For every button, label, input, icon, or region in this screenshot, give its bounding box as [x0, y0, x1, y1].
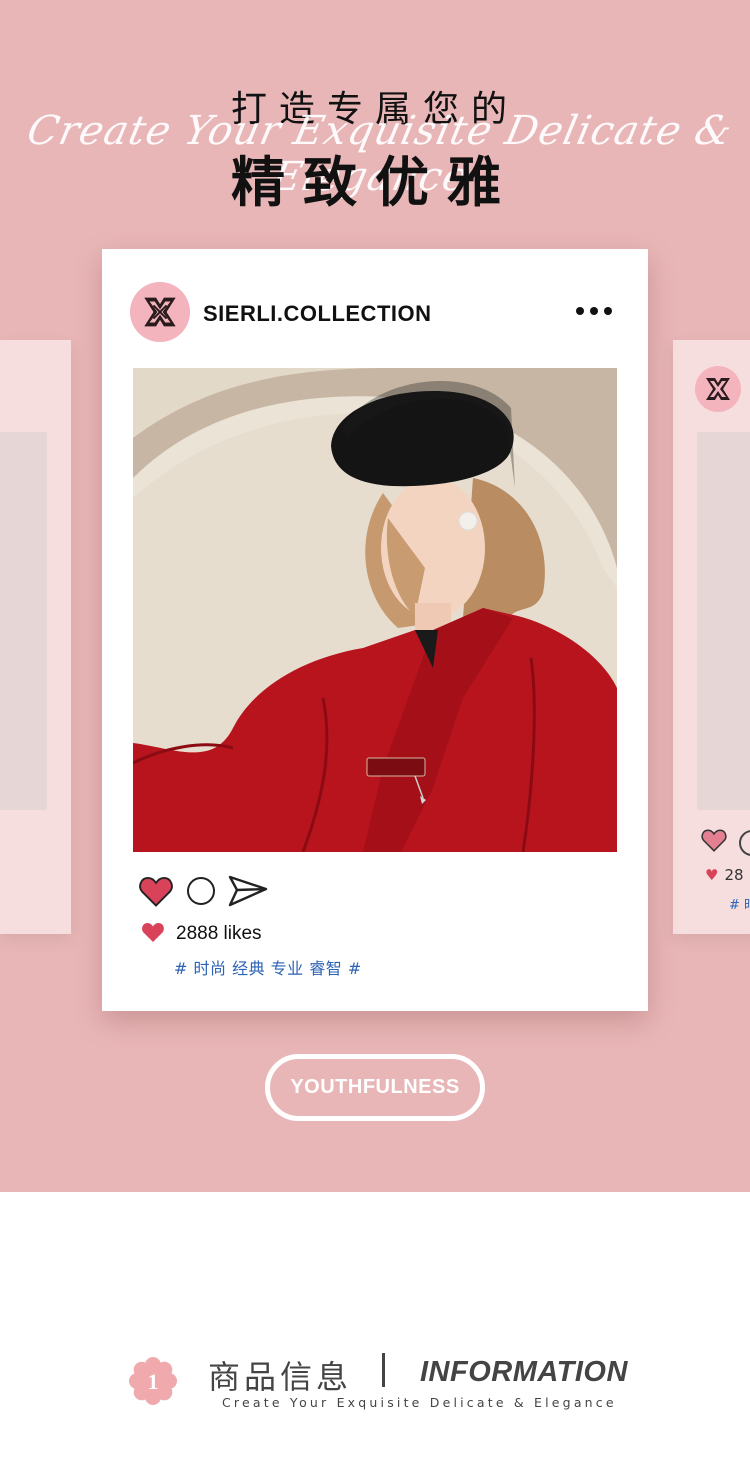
comment-circle-icon[interactable]: [187, 877, 215, 905]
heart-icon: [140, 921, 166, 947]
side-card-left: [0, 340, 71, 934]
heart-icon: ♥: [705, 866, 719, 884]
heart-icon: [701, 828, 727, 856]
comment-circle-icon: [739, 830, 750, 856]
side-tags: # 时: [729, 898, 750, 913]
flower-number-icon: 1: [128, 1356, 178, 1406]
post-tags[interactable]: # 时尚 经典 专业 睿智 #: [174, 955, 362, 979]
sierli-logo-icon: [695, 366, 741, 412]
info-number: 1: [148, 1369, 159, 1394]
info-subtitle: Create Your Exquisite Delicate & Eleganc…: [222, 1395, 617, 1410]
info-title-cn: 商品信息: [208, 1358, 353, 1396]
heart-icon[interactable]: [138, 875, 174, 911]
post-card: SIERLI.COLLECTION 2888 likes # 时尚 经典 专业 …: [102, 249, 648, 1011]
hero-title-big: 精致优雅: [231, 151, 519, 214]
send-icon[interactable]: [228, 875, 268, 911]
more-dots-icon[interactable]: [576, 301, 616, 321]
side-card-right: ♥ 28 # 时: [673, 340, 750, 934]
likes-count[interactable]: 2888 likes: [176, 923, 262, 945]
youthfulness-badge[interactable]: YOUTHFULNESS: [265, 1054, 485, 1121]
likes-row: 2888 likes: [140, 921, 262, 947]
side-card-left-photo: [0, 432, 47, 810]
badge-label: YOUTHFULNESS: [290, 1076, 460, 1098]
hero-section: 打造专属您的 Create Your Exquisite Delicate & …: [0, 0, 750, 1192]
post-handle[interactable]: SIERLI.COLLECTION: [203, 301, 432, 327]
side-likes: ♥ 28: [705, 866, 744, 884]
side-likes-text: 28: [724, 866, 744, 884]
side-card-right-photo: [697, 432, 750, 810]
info-title-en: INFORMATION: [420, 1356, 628, 1388]
info-divider: [382, 1353, 385, 1387]
sierli-logo-icon[interactable]: [130, 282, 190, 342]
post-photo: [133, 368, 617, 852]
